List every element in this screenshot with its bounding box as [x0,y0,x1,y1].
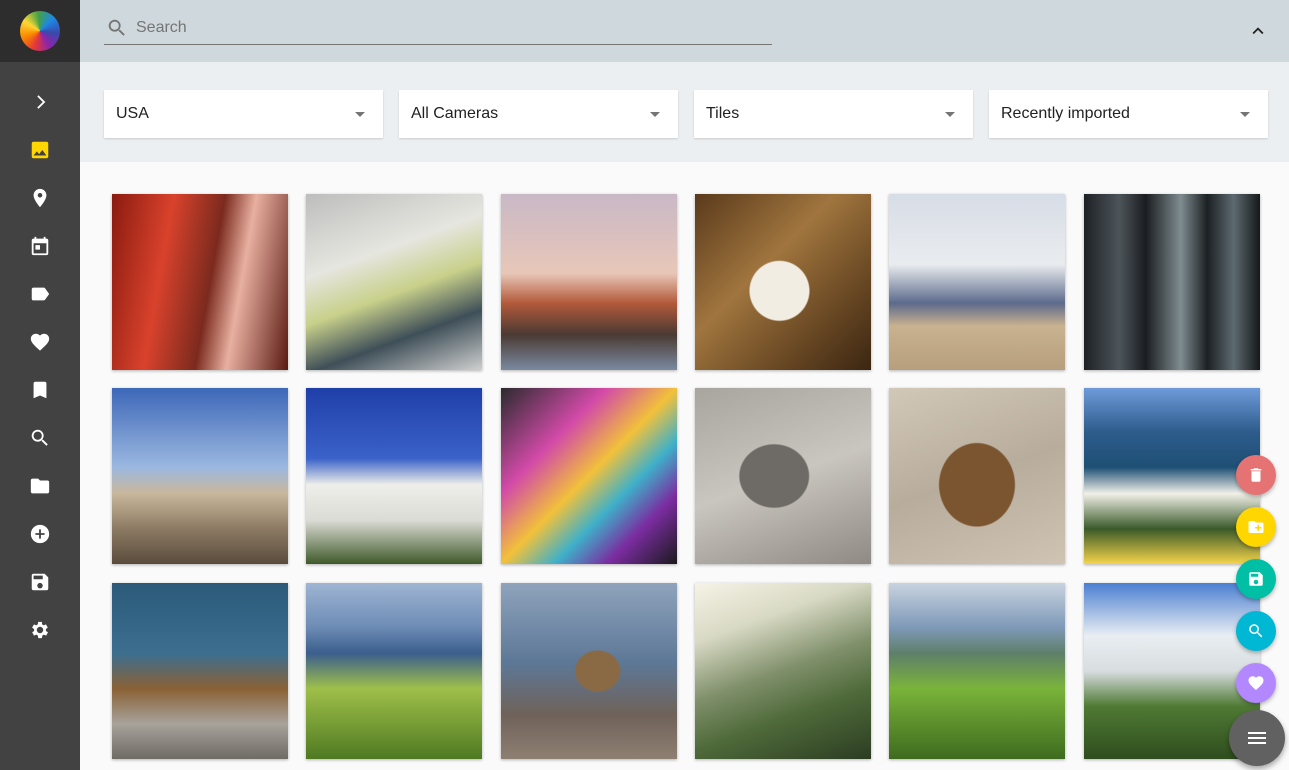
photo-bottles-shelf[interactable] [306,194,482,370]
zoom-fab[interactable] [1236,611,1276,651]
save-icon [1249,572,1263,586]
chevron-up-icon [1252,27,1264,35]
trash-icon [1250,468,1262,482]
photo-ferris-wheel-pier[interactable] [501,194,677,370]
sidebar-item-settings[interactable] [0,606,80,654]
view-select[interactable]: Tiles [694,90,973,138]
photo-sea-lions-rocks[interactable] [112,583,288,759]
app-logo[interactable] [20,11,60,51]
sidebar-item-favorites[interactable] [0,318,80,366]
photo-lighthouse[interactable] [306,388,482,564]
photo-under-pier[interactable] [1084,194,1260,370]
dropdown-arrow-icon [1240,111,1250,117]
search-field[interactable] [104,12,772,45]
sort-select[interactable]: Recently imported [989,90,1268,138]
sidebar [0,0,80,770]
dropdown-arrow-icon [355,111,365,117]
view-select-value: Tiles [706,105,740,122]
photo-coastal-grass[interactable] [306,583,482,759]
photo-ice-plants-ocean[interactable] [889,583,1065,759]
sidebar-expand-button[interactable] [0,78,80,126]
photo-sea-lion-sleeping[interactable] [889,388,1065,564]
photo-beach-boardwalk[interactable] [112,388,288,564]
actions-menu-fab[interactable] [1229,710,1285,766]
sidebar-item-import[interactable] [0,510,80,558]
dropdown-arrow-icon [945,111,955,117]
save-fab[interactable] [1236,559,1276,599]
camera-select[interactable]: All Cameras [399,90,678,138]
zoom-icon [1249,624,1263,638]
photo-daisies-coast[interactable] [1084,388,1260,564]
sidebar-item-places[interactable] [0,174,80,222]
add-circle-icon [30,524,50,544]
dropdown-arrow-icon [650,111,660,117]
favorite-fab[interactable] [1236,663,1276,703]
app-logo-area[interactable] [0,0,80,62]
country-select[interactable]: USA [104,90,383,138]
search-input[interactable] [134,18,738,38]
sidebar-item-calendar[interactable] [0,222,80,270]
bookmark-icon [33,381,47,399]
collapse-filters-button[interactable] [1245,18,1271,44]
sidebar-item-search[interactable] [0,414,80,462]
search-icon [31,429,48,446]
filter-bar: USA All Cameras Tiles Recently imported [80,62,1289,162]
photos-icon [31,141,49,159]
sidebar-item-bookmarks[interactable] [0,366,80,414]
label-icon [31,287,50,301]
places-icon [33,188,47,208]
heart-icon [1248,676,1264,691]
sidebar-item-labels[interactable] [0,270,80,318]
camera-select-value: All Cameras [411,105,499,122]
photo-sea-lion-sea[interactable] [501,583,677,759]
photo-painted-car[interactable] [501,388,677,564]
sidebar-item-folders[interactable] [0,462,80,510]
photo-ferris-wheel-beach[interactable] [889,194,1065,370]
photo-sunlit-cliffs[interactable] [695,583,871,759]
calendar-icon [31,236,49,256]
photo-red-corridor[interactable] [112,194,288,370]
delete-fab[interactable] [1236,455,1276,495]
sidebar-item-photos[interactable] [0,126,80,174]
settings-icon [32,621,48,639]
photo-sea-lion-rock[interactable] [695,388,871,564]
country-select-value: USA [116,105,149,122]
sort-select-value: Recently imported [1001,105,1130,122]
chevron-right-icon [37,95,46,109]
folder-plus-icon [1248,521,1264,533]
top-toolbar [80,0,1289,62]
move-to-folder-fab[interactable] [1236,507,1276,547]
photo-painted-star[interactable] [695,194,871,370]
favorites-icon [30,333,50,351]
search-icon [108,19,125,36]
sidebar-item-save[interactable] [0,558,80,606]
save-icon [31,573,49,591]
folder-icon [30,478,50,494]
menu-icon [1248,732,1266,744]
